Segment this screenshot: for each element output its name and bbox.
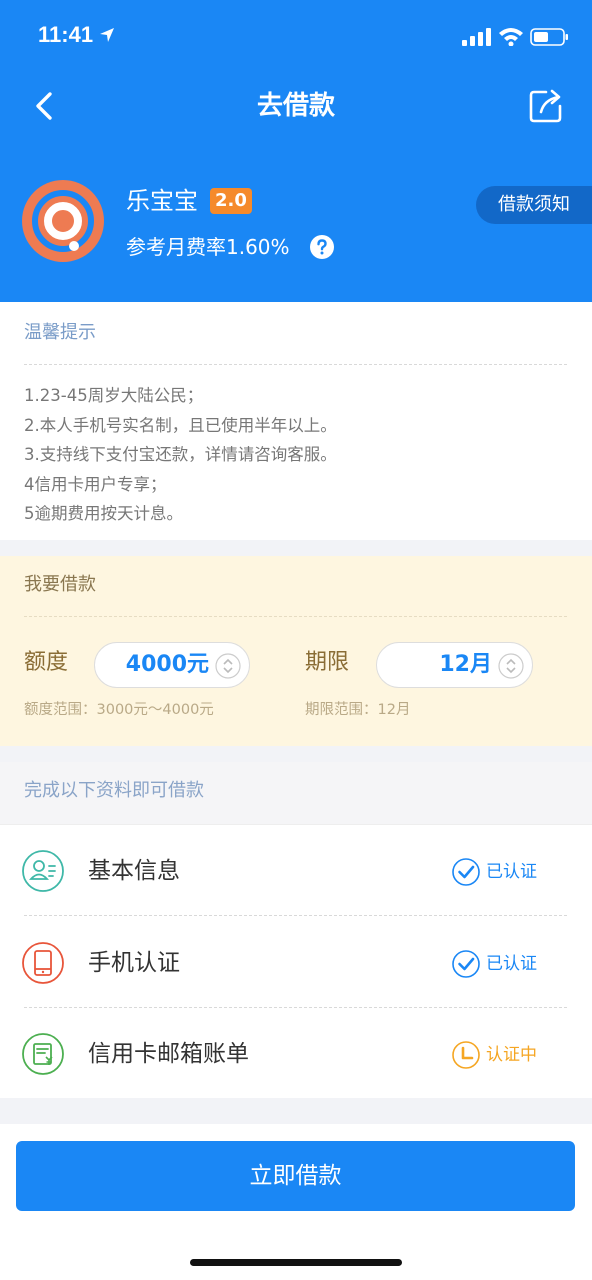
loan-notice-button[interactable]: 借款须知	[476, 186, 592, 224]
version-badge: 2.0	[210, 188, 252, 214]
list-item-label: 基本信息	[88, 858, 180, 884]
list-item-phone-auth[interactable]: 手机认证 已认证	[0, 917, 592, 1008]
term-selector[interactable]: 12月	[376, 642, 533, 688]
amount-range: 额度范围：3000元～4000元	[24, 702, 214, 718]
list-item-label: 信用卡邮箱账单	[88, 1041, 249, 1067]
tip-item: 3.支持线下支付宝还款，详情请咨询客服。	[24, 445, 337, 464]
status-time: 11:41	[38, 22, 94, 47]
product-logo	[22, 180, 104, 262]
status-bar: 11:41	[0, 0, 592, 70]
battery-icon	[530, 28, 568, 46]
amount-value: 4000元	[125, 652, 209, 677]
term-range: 期限范围：12月	[305, 702, 411, 718]
term-label: 期限	[305, 650, 350, 675]
divider	[24, 915, 567, 916]
stepper-icon[interactable]	[215, 653, 241, 679]
status-label: 认证中	[486, 1045, 537, 1065]
status-label: 已认证	[486, 862, 537, 882]
check-circle-icon	[452, 858, 480, 886]
tips-title: 温馨提示	[24, 322, 96, 343]
tip-item: 1.23-45周岁大陆公民；	[24, 386, 204, 405]
tip-item: 4信用卡用户专享；	[24, 474, 167, 494]
check-circle-icon	[452, 950, 480, 978]
stepper-icon[interactable]	[498, 653, 524, 679]
term-value: 12月	[439, 652, 492, 677]
borrow-now-button[interactable]: 立即借款	[16, 1141, 575, 1211]
divider	[24, 364, 567, 365]
requirements-header-text: 完成以下资料即可借款	[24, 780, 204, 801]
home-indicator	[190, 1259, 402, 1266]
wifi-icon	[499, 28, 523, 46]
app-header: 11:41 去借款 乐宝宝 2.0 参考月费率1.60% 借款须知	[0, 0, 592, 302]
list-item-basic-info[interactable]: 基本信息 已认证	[0, 825, 592, 916]
tips-list: 1.23-45周岁大陆公民； 2.本人手机号实名制，且已使用半年以上。 3.支持…	[24, 381, 337, 529]
requirements-list: 基本信息 已认证 手机认证 已认证 信用卡邮箱账单 认证中	[0, 824, 592, 1098]
phone-icon	[22, 942, 64, 984]
location-arrow-icon	[100, 28, 114, 42]
page-title: 去借款	[256, 91, 335, 121]
amount-label: 额度	[24, 650, 69, 675]
share-button[interactable]	[526, 86, 566, 126]
amount-selector[interactable]: 4000元	[94, 642, 250, 688]
product-name: 乐宝宝	[126, 187, 198, 215]
cellular-signal-icon	[462, 28, 491, 46]
monthly-rate: 参考月费率1.60%	[126, 235, 290, 259]
bill-icon	[22, 1033, 64, 1075]
divider	[24, 616, 567, 617]
user-card-icon	[22, 850, 64, 892]
clock-icon	[452, 1041, 480, 1069]
tip-item: 2.本人手机号实名制，且已使用半年以上。	[24, 415, 337, 435]
question-icon[interactable]	[310, 235, 334, 259]
borrow-title: 我要借款	[24, 574, 96, 595]
status-label: 已认证	[486, 954, 537, 974]
tip-item: 5逾期费用按天计息。	[24, 504, 183, 523]
list-item-credit-card-bill[interactable]: 信用卡邮箱账单 认证中	[0, 1008, 592, 1099]
list-item-label: 手机认证	[88, 950, 180, 976]
